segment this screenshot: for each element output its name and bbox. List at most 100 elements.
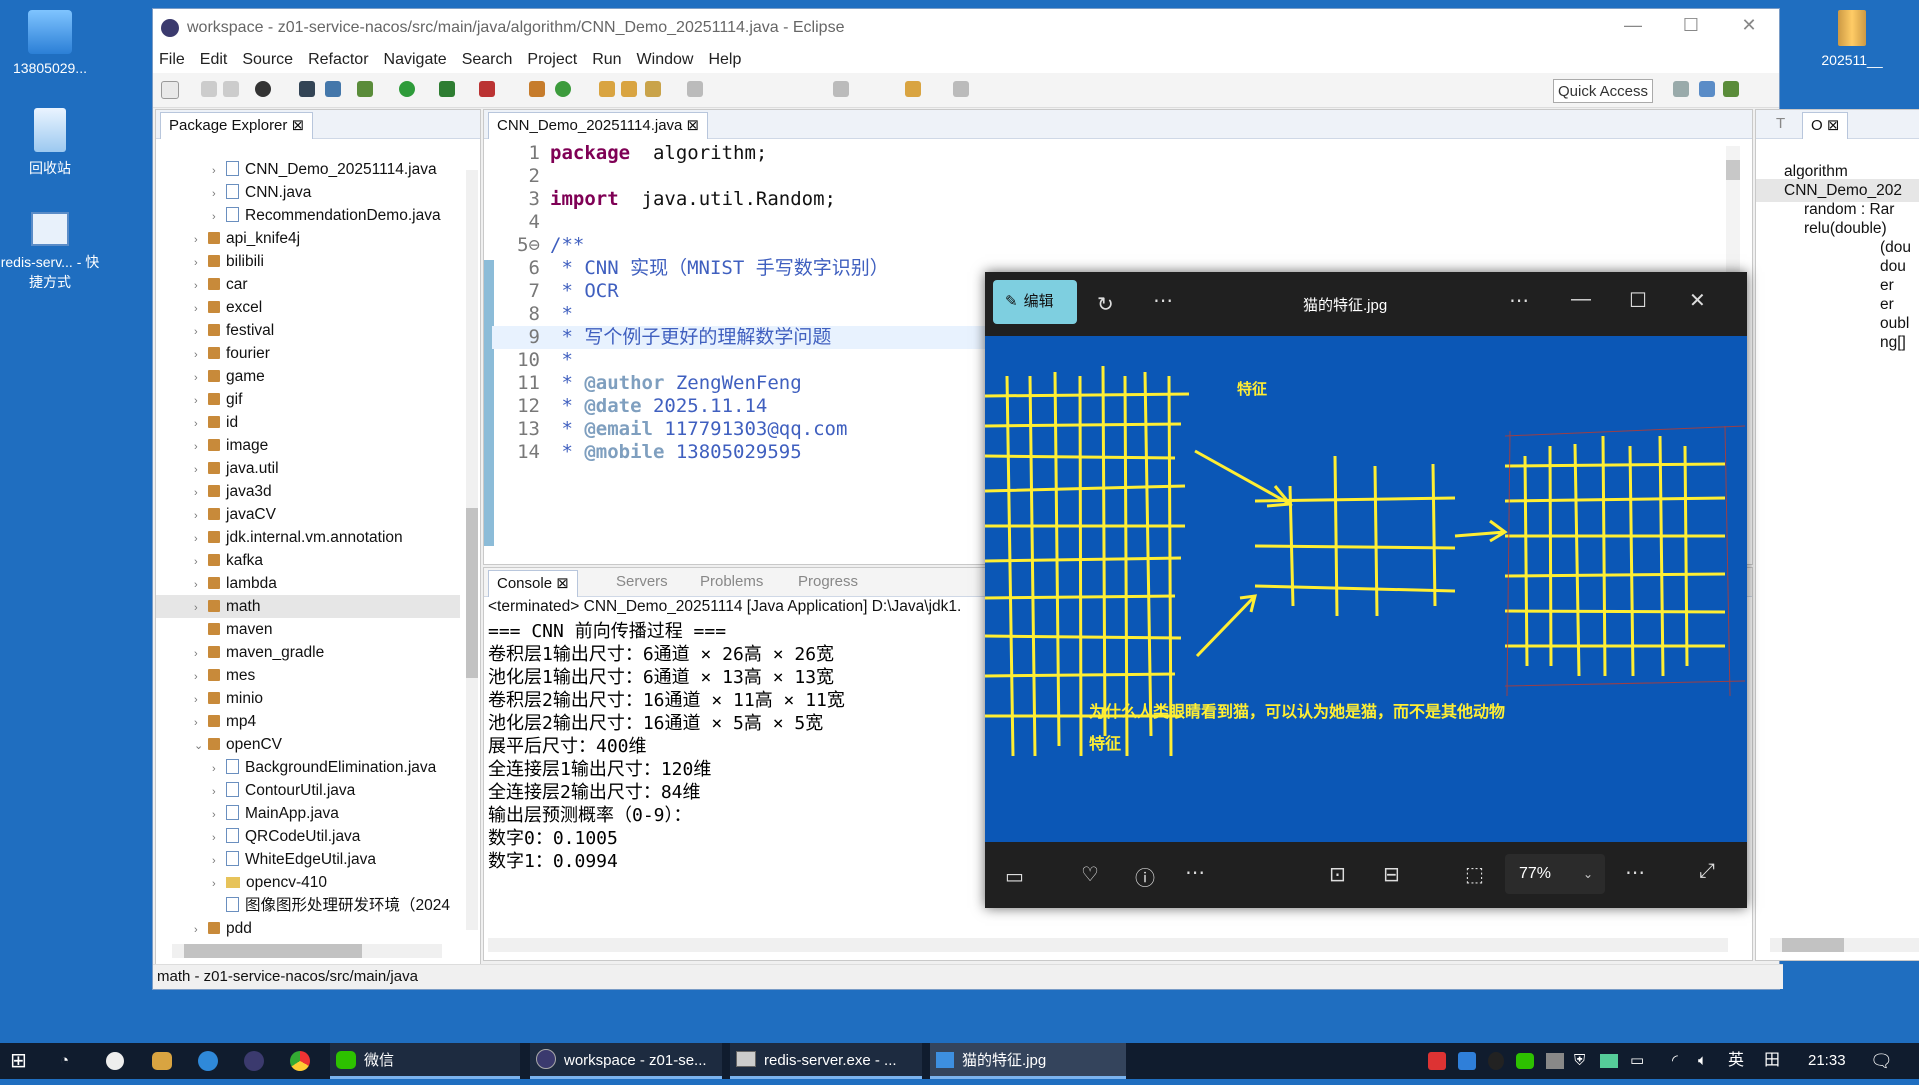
tab-outline[interactable]: O ⊠ [1802,112,1849,139]
expand-arrow-icon[interactable]: › [194,252,208,275]
menu-help[interactable]: Help [708,51,741,69]
expand-arrow-icon[interactable]: › [194,689,208,712]
ime-mode-indicator[interactable]: 田 [1764,1043,1780,1079]
desktop-icon-user[interactable]: 13805029... [0,10,100,76]
outline-hscrollbar[interactable] [1770,938,1919,952]
ime-indicator[interactable]: 英 [1728,1043,1744,1079]
tree-item[interactable]: › game [156,365,265,388]
expand-arrow-icon[interactable]: › [212,183,226,206]
expand-arrow-icon[interactable]: › [194,344,208,367]
tree-item[interactable]: › ContourUtil.java [156,779,355,802]
tree-item[interactable]: maven [156,618,273,641]
skip-breakpoints-icon[interactable] [325,81,341,97]
tree-item[interactable]: › QRCodeUtil.java [156,825,360,848]
external-tools-icon[interactable] [479,81,495,97]
expand-arrow-icon[interactable]: › [212,804,226,827]
wifi-icon[interactable]: ◜ [1672,1043,1678,1079]
tree-item[interactable]: › fourier [156,342,270,365]
tray-wechat-icon[interactable] [1516,1043,1534,1079]
tab-type-hierarchy[interactable]: T [1776,115,1785,132]
debug-perspective-icon[interactable] [1723,81,1739,97]
tab-package-explorer[interactable]: Package Explorer ⊠ [160,112,314,139]
open-type-icon[interactable] [599,81,615,97]
tray-network-icon[interactable] [1600,1043,1618,1079]
tab-servers[interactable]: Servers [616,573,668,590]
maximize-button[interactable]: ☐ [1629,288,1647,313]
open-perspective-icon[interactable] [1673,81,1689,97]
menu-window[interactable]: Window [637,51,694,69]
expand-arrow-icon[interactable]: › [194,367,208,390]
tree-item[interactable]: › pdd [156,917,252,938]
annotation-icon[interactable] [687,81,703,97]
taskbar-app-redis[interactable]: redis-server.exe - ... [730,1043,922,1079]
code-line[interactable]: 5⊖ /** [492,234,584,257]
tree-item[interactable]: › javaCV [156,503,276,526]
tree-item[interactable]: › lambda [156,572,277,595]
tree-item[interactable]: › MainApp.java [156,802,339,825]
maximize-button[interactable]: ☐ [1671,15,1711,36]
code-line[interactable]: 8 * [492,303,573,326]
new-java-project-icon[interactable] [529,81,545,97]
tab-console[interactable]: Console ⊠ [488,570,578,597]
volume-icon[interactable]: 🔈︎ [1698,1043,1707,1079]
expand-arrow-icon[interactable]: › [194,229,208,252]
scroll-thumb[interactable] [466,508,478,678]
edge-icon[interactable] [198,1043,218,1079]
new-icon[interactable] [161,81,179,99]
fit-screen-icon[interactable]: ⬚ [1465,862,1484,887]
outline-item[interactable]: ng[] [1756,331,1906,354]
forward-icon[interactable] [953,81,969,97]
back-icon[interactable] [905,81,921,97]
expand-arrow-icon[interactable]: › [194,597,208,620]
expand-arrow-icon[interactable]: › [194,459,208,482]
more-icon[interactable]: ⋯ [1185,860,1205,885]
tree-item[interactable]: 图像图形处理研发环境（2024 [156,894,450,917]
tree-item[interactable]: › image [156,434,268,457]
taskbar-app-wechat[interactable]: 微信 [330,1043,520,1079]
tree-item[interactable]: › mes [156,664,255,687]
expand-arrow-icon[interactable]: ⌄ [194,735,208,758]
code-line[interactable]: 6 * CNN 实现（MNIST 手写数字识别） [492,257,889,280]
console-hscrollbar[interactable] [488,938,1728,952]
tray-shield-icon[interactable]: ⛨ [1574,1043,1585,1079]
expand-arrow-icon[interactable]: › [194,712,208,735]
tree-item[interactable]: › CNN.java [156,181,311,204]
menu-edit[interactable]: Edit [200,51,228,69]
code-line[interactable]: 1 package algorithm; [492,142,768,165]
code-line[interactable]: 13 * @email 117791303@qq.com [492,418,847,441]
code-line[interactable]: 7 * OCR [492,280,619,303]
code-line[interactable]: 14 * @mobile 13805029595 [492,441,802,464]
menu-project[interactable]: Project [527,51,577,69]
minimize-button[interactable]: — [1613,15,1653,36]
rotate-icon[interactable]: ↻ [1097,292,1114,317]
tree-item[interactable]: › CNN_Demo_20251114.java [156,158,437,181]
notification-icon[interactable]: 🗨︎ [1870,1043,1893,1079]
tray-app-icon[interactable] [1428,1043,1446,1079]
tree-item[interactable]: › math [156,595,460,618]
menu-refactor[interactable]: Refactor [308,51,368,69]
menu-source[interactable]: Source [242,51,293,69]
task-view-icon[interactable]: ◔ [60,1043,69,1079]
tree-item[interactable]: › gif [156,388,242,411]
expand-arrow-icon[interactable]: › [212,781,226,804]
tab-progress[interactable]: Progress [798,573,858,590]
code-line[interactable]: 4 [492,211,550,234]
menu-navigate[interactable]: Navigate [384,51,447,69]
tree-scrollbar[interactable] [466,170,478,930]
expand-arrow-icon[interactable]: › [194,321,208,344]
expand-arrow-icon[interactable]: › [194,574,208,597]
code-line[interactable]: 12 * @date 2025.11.14 [492,395,767,418]
more-icon[interactable]: ⋯ [1625,860,1645,885]
expand-arrow-icon[interactable]: › [194,551,208,574]
desktop-icon-archive[interactable]: 202511__ [1800,10,1904,68]
tree-item[interactable]: › api_knife4j [156,227,300,250]
quick-access-input[interactable]: Quick Access [1553,79,1653,103]
save-all-icon[interactable] [223,81,239,97]
text-scan-icon[interactable]: ⊟ [1383,862,1400,887]
java-perspective-icon[interactable] [1699,81,1715,97]
run-icon[interactable] [399,81,415,97]
desktop-icon-recycle-bin[interactable]: 回收站 [0,108,100,178]
taskbar-app-photo[interactable]: 猫的特征.jpg [930,1043,1126,1079]
tree-item[interactable]: › festival [156,319,274,342]
tree-item[interactable]: › maven_gradle [156,641,324,664]
